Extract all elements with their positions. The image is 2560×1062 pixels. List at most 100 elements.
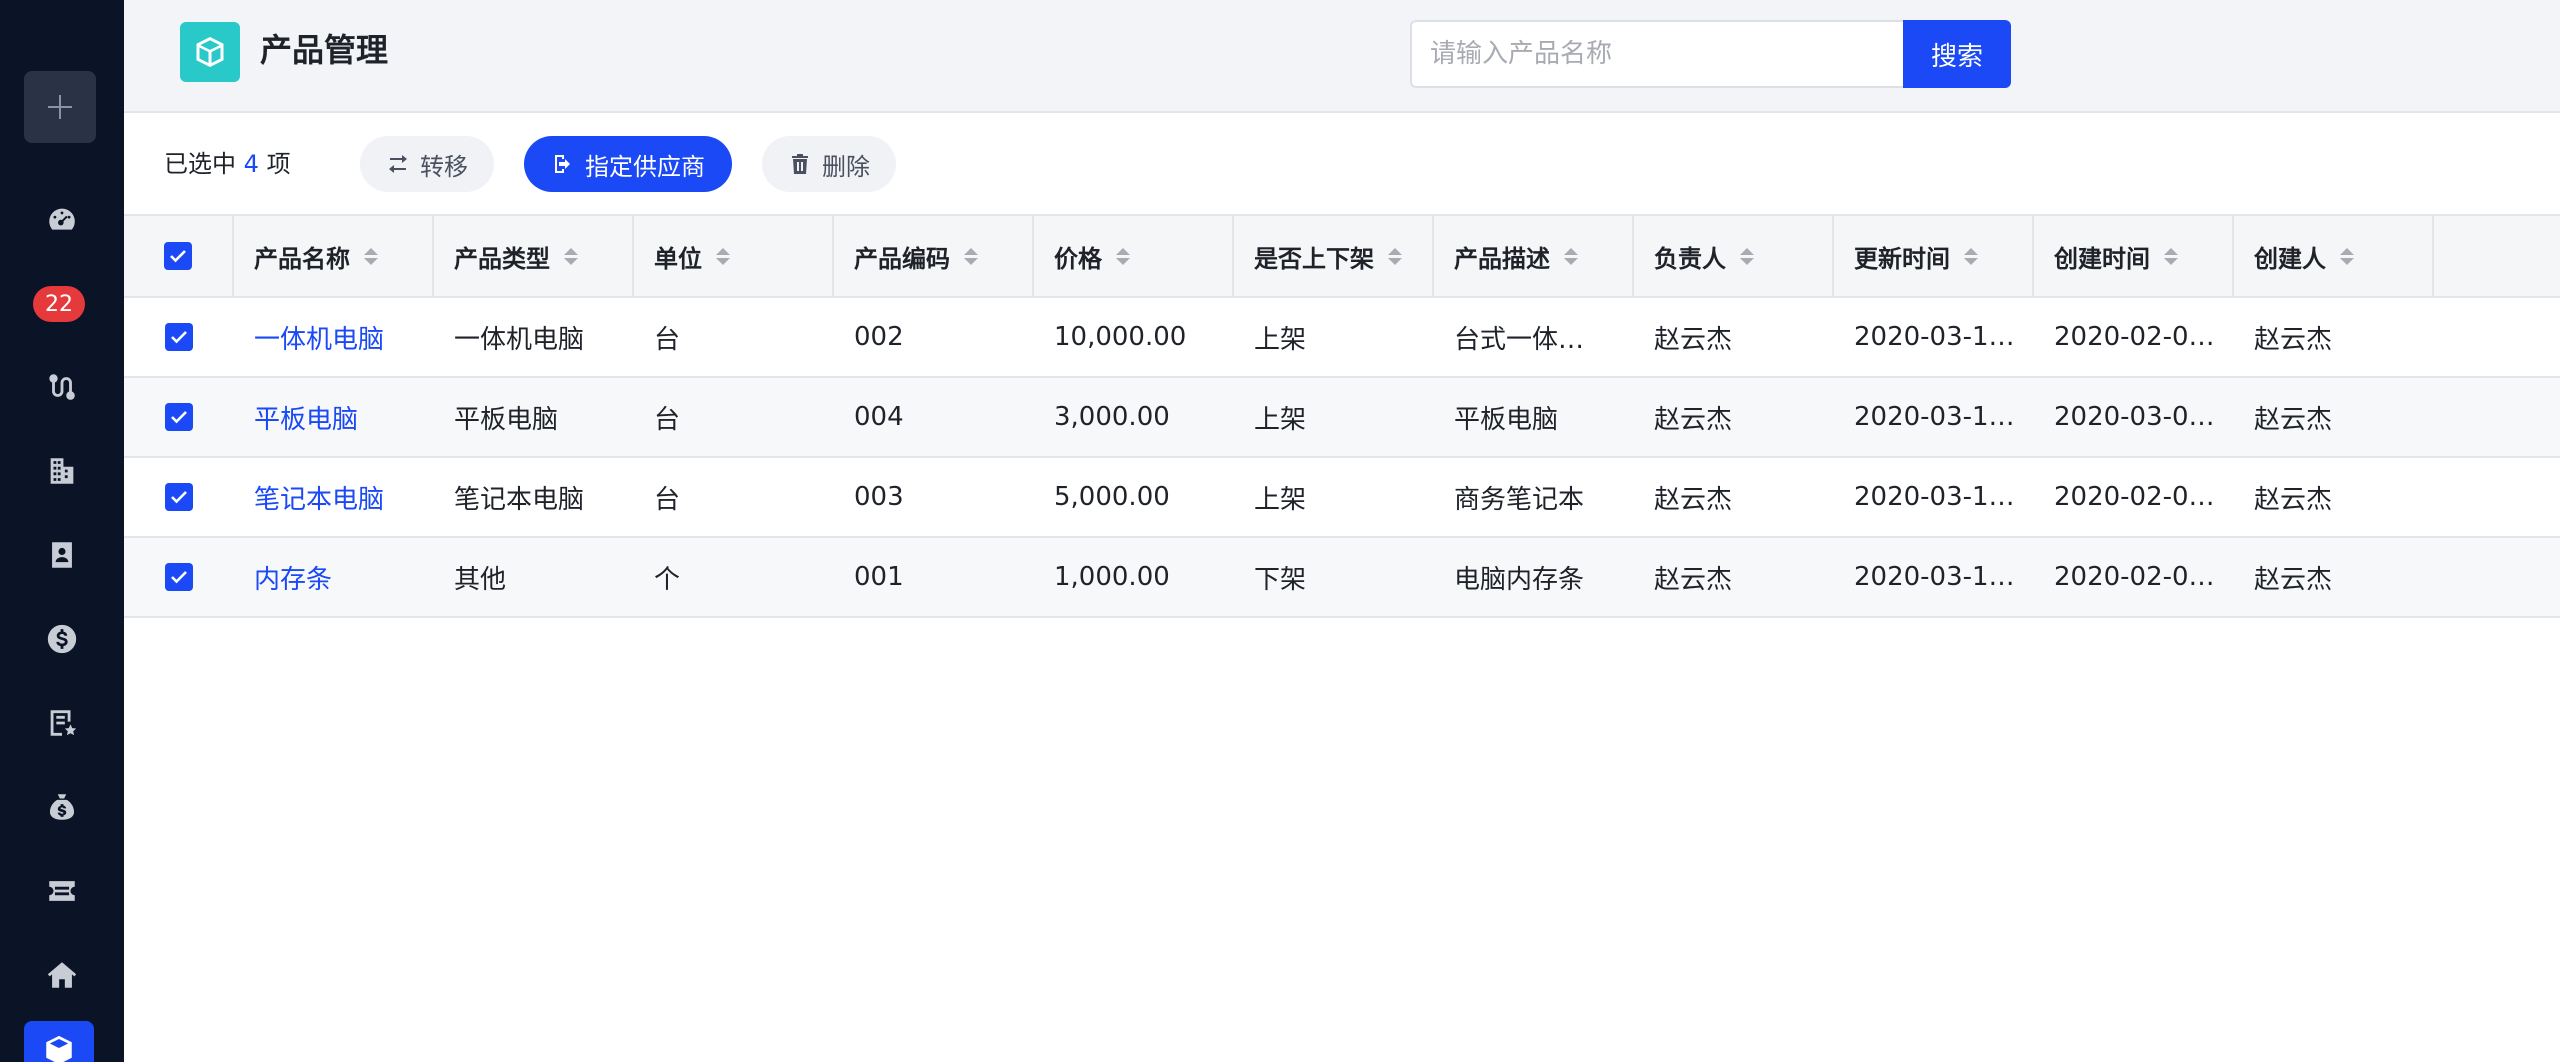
cell-updated: 2020-03-1… xyxy=(1854,322,2015,352)
report-star-icon xyxy=(50,710,77,736)
cell-creator: 赵云杰 xyxy=(2254,564,2333,595)
column-header-created[interactable]: 创建时间 xyxy=(2034,216,2234,296)
cell-owner: 赵云杰 xyxy=(1654,324,1733,355)
sort-icon[interactable] xyxy=(1116,247,1130,265)
cell-description: 商务笔记本 xyxy=(1454,484,1585,515)
selection-summary: 已选中 4 项 xyxy=(164,146,291,182)
sort-icon[interactable] xyxy=(364,247,378,265)
column-header-unit[interactable]: 单位 xyxy=(634,216,834,296)
product-table: 产品名称 产品类型 单位 产品编码 价格 是否上下架 产品描述 负责人 更新时间… xyxy=(124,214,2560,618)
dashboard-icon xyxy=(49,208,75,230)
column-header-updated[interactable]: 更新时间 xyxy=(1834,216,2034,296)
column-header-price[interactable]: 价格 xyxy=(1034,216,1234,296)
workflow-icon xyxy=(49,374,75,400)
home-icon xyxy=(47,962,77,988)
cell-creator: 赵云杰 xyxy=(2254,404,2333,435)
sidebar-item-reports[interactable] xyxy=(0,693,124,753)
cell-updated: 2020-03-1… xyxy=(1854,482,2015,512)
check-icon xyxy=(171,411,187,424)
sidebar-item-building[interactable] xyxy=(0,441,124,501)
sort-icon[interactable] xyxy=(2340,247,2354,265)
cell-creator: 赵云杰 xyxy=(2254,484,2333,515)
row-checkbox[interactable] xyxy=(165,563,193,591)
column-header-creator[interactable]: 创建人 xyxy=(2234,216,2434,296)
product-name-link[interactable]: 平板电脑 xyxy=(254,399,358,436)
cell-code: 003 xyxy=(854,482,904,512)
cell-price: 10,000.00 xyxy=(1054,322,1187,352)
column-header-code[interactable]: 产品编码 xyxy=(834,216,1034,296)
cell-created: 2020-03-0… xyxy=(2054,402,2215,432)
cell-filler xyxy=(2434,378,2560,456)
row-checkbox[interactable] xyxy=(165,403,193,431)
table-row[interactable]: 平板电脑 平板电脑 台 004 3,000.00 上架 平板电脑 赵云杰 202… xyxy=(124,378,2560,458)
cell-description: 平板电脑 xyxy=(1454,404,1559,435)
trash-icon xyxy=(792,154,808,174)
column-label: 产品描述 xyxy=(1454,244,1550,273)
sidebar-item-finance[interactable] xyxy=(0,609,124,669)
product-logo xyxy=(180,22,240,82)
money-bag-icon xyxy=(49,794,75,820)
check-icon xyxy=(171,331,187,344)
product-name-link[interactable]: 笔记本电脑 xyxy=(254,479,384,516)
cube-icon xyxy=(196,37,224,67)
row-checkbox-cell xyxy=(124,458,234,536)
sidebar-item-funds[interactable] xyxy=(0,777,124,837)
table-row[interactable]: 笔记本电脑 笔记本电脑 台 003 5,000.00 上架 商务笔记本 赵云杰 … xyxy=(124,458,2560,538)
sort-icon[interactable] xyxy=(1740,247,1754,265)
sort-icon[interactable] xyxy=(1564,247,1578,265)
cell-created: 2020-02-0… xyxy=(2054,482,2215,512)
row-checkbox[interactable] xyxy=(165,323,193,351)
sidebar-item-contacts[interactable] xyxy=(0,525,124,585)
notification-badge[interactable]: 22 xyxy=(33,286,85,322)
cell-updated: 2020-03-1… xyxy=(1854,562,2015,592)
sort-icon[interactable] xyxy=(564,247,578,265)
sort-icon[interactable] xyxy=(1388,247,1402,265)
sidebar-item-tickets[interactable] xyxy=(0,861,124,921)
cell-creator: 赵云杰 xyxy=(2254,324,2333,355)
cell-unit: 台 xyxy=(654,484,681,515)
cell-created: 2020-02-0… xyxy=(2054,562,2215,592)
transfer-button[interactable]: 转移 xyxy=(360,136,494,192)
column-header-owner[interactable]: 负责人 xyxy=(1634,216,1834,296)
sidebar-item-workflow[interactable] xyxy=(0,357,124,417)
cell-code: 004 xyxy=(854,402,904,432)
sidebar-item-dashboard[interactable] xyxy=(0,190,124,250)
column-label: 产品编码 xyxy=(854,244,950,273)
page-header: 产品管理 搜索 xyxy=(124,0,2560,113)
cell-unit: 个 xyxy=(654,564,681,595)
delete-button[interactable]: 删除 xyxy=(762,136,896,192)
column-label: 产品名称 xyxy=(254,244,350,273)
sort-icon[interactable] xyxy=(716,247,730,265)
table-row[interactable]: 一体机电脑 一体机电脑 台 002 10,000.00 上架 台式一体… 赵云杰… xyxy=(124,298,2560,378)
sidebar: 22 xyxy=(0,0,124,1062)
cell-code: 002 xyxy=(854,322,904,352)
cell-code: 001 xyxy=(854,562,904,592)
assign-supplier-button[interactable]: 指定供应商 xyxy=(524,136,732,192)
sort-icon[interactable] xyxy=(2164,247,2178,265)
column-header-status[interactable]: 是否上下架 xyxy=(1234,216,1434,296)
search-button[interactable]: 搜索 xyxy=(1903,20,2011,88)
cell-owner: 赵云杰 xyxy=(1654,564,1733,595)
table-header: 产品名称 产品类型 单位 产品编码 价格 是否上下架 产品描述 负责人 更新时间… xyxy=(124,214,2560,298)
cell-owner: 赵云杰 xyxy=(1654,484,1733,515)
add-button[interactable] xyxy=(24,71,96,143)
search-input[interactable] xyxy=(1410,20,1904,88)
select-all-checkbox[interactable] xyxy=(164,242,192,270)
sidebar-item-home[interactable] xyxy=(0,945,124,1005)
sort-icon[interactable] xyxy=(1964,247,1978,265)
product-name-link[interactable]: 一体机电脑 xyxy=(254,319,384,356)
cell-type: 其他 xyxy=(454,564,507,595)
sidebar-item-products[interactable] xyxy=(24,1021,94,1062)
table-row[interactable]: 内存条 其他 个 001 1,000.00 下架 电脑内存条 赵云杰 2020-… xyxy=(124,538,2560,618)
bulk-action-toolbar: 已选中 4 项 转移 指定供应商 删除 xyxy=(124,114,2560,214)
header-checkbox-cell xyxy=(124,216,234,296)
column-label: 产品类型 xyxy=(454,244,550,273)
product-name-link[interactable]: 内存条 xyxy=(254,559,332,596)
row-checkbox[interactable] xyxy=(165,483,193,511)
dollar-icon xyxy=(47,624,77,654)
sort-icon[interactable] xyxy=(964,247,978,265)
column-header-name[interactable]: 产品名称 xyxy=(234,216,434,296)
column-header-description[interactable]: 产品描述 xyxy=(1434,216,1634,296)
column-header-type[interactable]: 产品类型 xyxy=(434,216,634,296)
cell-status: 下架 xyxy=(1254,564,1307,595)
